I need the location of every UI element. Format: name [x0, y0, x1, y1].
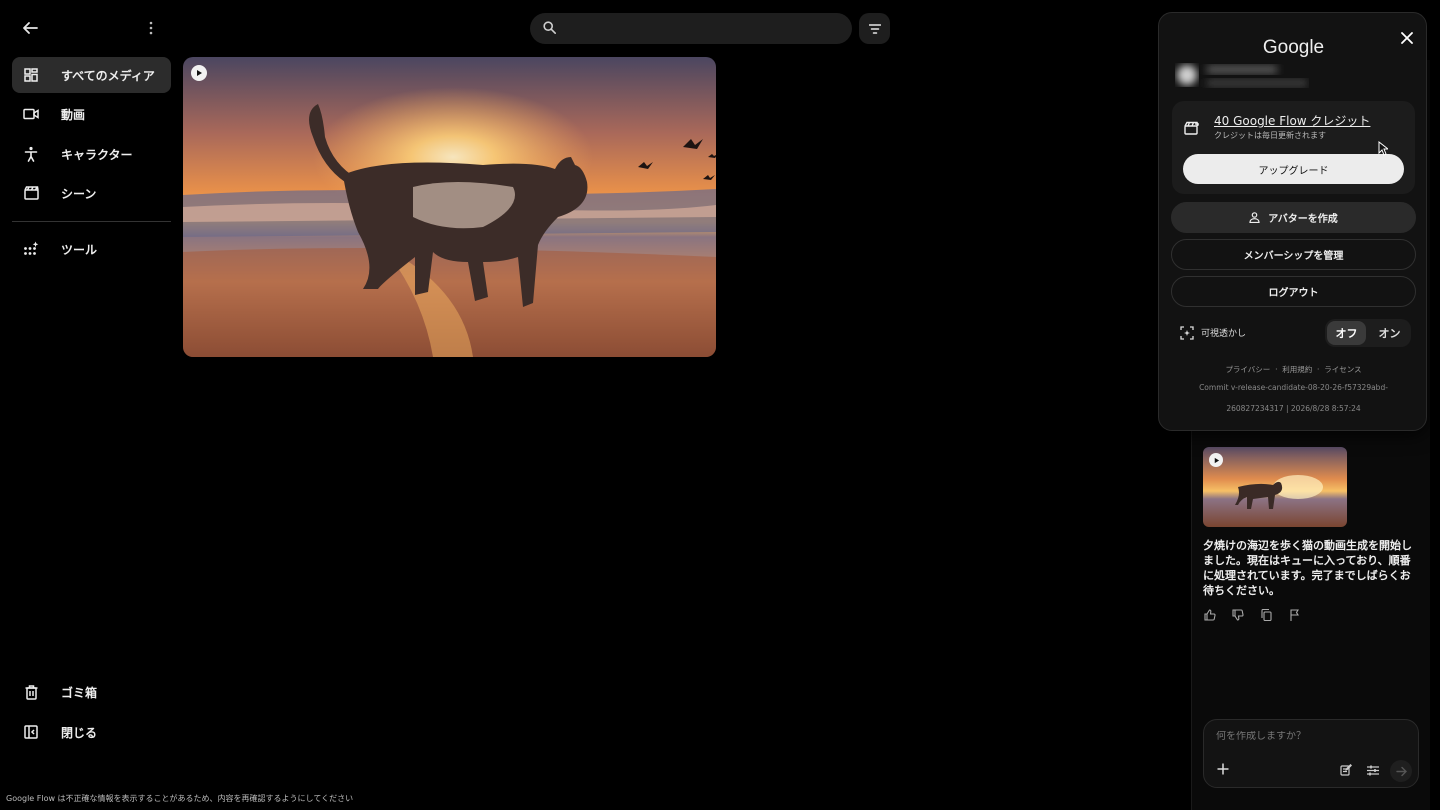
- create-avatar-button[interactable]: アバターを作成: [1171, 202, 1416, 233]
- commit-info-line-1: Commit v-release-candidate-08-20-26-f573…: [1199, 383, 1388, 392]
- sidebar-item-label: ツール: [61, 242, 98, 257]
- license-link[interactable]: ライセンス: [1324, 365, 1361, 374]
- sidebar-item-label: 閉じる: [61, 725, 98, 740]
- sunset-cat-thumbnail-image: [1203, 447, 1347, 527]
- terms-link[interactable]: 利用規約: [1282, 365, 1312, 374]
- credits-subtitle: クレジットは毎日更新されます: [1214, 131, 1326, 140]
- search-icon: [543, 19, 556, 38]
- collapse-sidebar-icon: [22, 723, 40, 741]
- edit-note-icon[interactable]: [1337, 761, 1355, 779]
- clapperboard-icon: [22, 184, 40, 202]
- back-arrow-icon[interactable]: [16, 14, 44, 42]
- prompt-input[interactable]: [1216, 731, 1406, 742]
- more-vert-icon[interactable]: [140, 14, 162, 42]
- search-input[interactable]: [566, 21, 836, 36]
- assistant-message: 夕焼けの海辺を歩く猫の動画生成を開始しました。現在はキューに入っており、順番に処…: [1203, 539, 1412, 597]
- thumbs-up-icon[interactable]: [1201, 606, 1219, 624]
- chat-media-thumbnail[interactable]: [1203, 447, 1347, 527]
- grid-icon: [22, 66, 40, 84]
- watermark-on-option[interactable]: オン: [1370, 321, 1409, 345]
- mouse-cursor-icon: [1378, 140, 1390, 160]
- sunset-cat-image: [183, 57, 716, 357]
- commit-info-line-2: 260827234317 | 2026/8/28 8:57:24: [1226, 404, 1361, 413]
- sidebar-divider: [12, 221, 171, 222]
- blurred-profile-info: [1173, 59, 1309, 93]
- sidebar-item-characters[interactable]: キャラクター: [12, 136, 171, 172]
- media-thumbnail-video[interactable]: [183, 57, 716, 357]
- copy-icon[interactable]: [1257, 606, 1275, 624]
- play-icon: [1209, 453, 1223, 467]
- watermark-icon: [1179, 325, 1195, 341]
- close-icon[interactable]: [1394, 25, 1420, 51]
- footer-separator: ·: [1317, 365, 1320, 374]
- person-outline-icon: [1249, 212, 1260, 223]
- disclaimer-text: Google Flow は不正確な情報を表示することがあるため、内容を再確認する…: [6, 794, 354, 803]
- privacy-link[interactable]: プライバシー: [1225, 365, 1270, 374]
- video-camera-icon: [22, 105, 40, 123]
- sidebar-item-close[interactable]: 閉じる: [12, 714, 171, 750]
- account-popover: Google 40 Google Flow クレジット クレジットは毎日更新され…: [1158, 12, 1427, 431]
- google-logo: Google: [1262, 37, 1325, 58]
- thumbs-down-icon[interactable]: [1229, 606, 1247, 624]
- watermark-label: 可視透かし: [1201, 329, 1247, 339]
- sidebar-item-trash[interactable]: ゴミ箱: [12, 674, 171, 710]
- trash-icon: [22, 683, 40, 701]
- search-bar[interactable]: [530, 13, 852, 44]
- send-arrow-icon[interactable]: [1390, 760, 1412, 782]
- sidebar-item-label: すべてのメディア: [61, 68, 155, 83]
- person-icon: [22, 145, 40, 163]
- logout-button[interactable]: ログアウト: [1171, 276, 1416, 307]
- sidebar-item-tools[interactable]: ツール: [12, 231, 171, 267]
- footer-links: プライバシー · 利用規約 · ライセンス: [1159, 364, 1428, 375]
- play-icon: [191, 65, 207, 81]
- add-icon[interactable]: [1214, 760, 1232, 778]
- footer-separator: ·: [1275, 365, 1278, 374]
- filter-button[interactable]: [859, 13, 890, 44]
- tools-grid-icon: [22, 240, 40, 258]
- manage-membership-button[interactable]: メンバーシップを管理: [1171, 239, 1416, 270]
- sidebar-item-videos[interactable]: 動画: [12, 96, 171, 132]
- visible-watermark-setting: 可視透かし オフ オン: [1179, 319, 1411, 347]
- watermark-toggle[interactable]: オフ オン: [1325, 319, 1411, 347]
- clapperboard-credits-icon: [1183, 120, 1201, 136]
- tune-icon[interactable]: [1364, 761, 1382, 779]
- create-avatar-label: アバターを作成: [1268, 214, 1338, 225]
- sidebar-item-scenes[interactable]: シーン: [12, 175, 171, 211]
- flag-icon[interactable]: [1286, 606, 1304, 624]
- upgrade-button[interactable]: アップグレード: [1183, 154, 1404, 184]
- sidebar-item-label: 動画: [61, 107, 86, 122]
- sidebar-item-all-media[interactable]: すべてのメディア: [12, 57, 171, 93]
- prompt-composer[interactable]: [1203, 719, 1419, 788]
- sidebar-item-label: キャラクター: [61, 147, 133, 162]
- sidebar-item-label: ゴミ箱: [61, 685, 98, 700]
- watermark-off-option[interactable]: オフ: [1327, 321, 1366, 345]
- filter-icon: [868, 19, 881, 38]
- sidebar-item-label: シーン: [61, 186, 97, 201]
- credits-link[interactable]: 40 Google Flow クレジット: [1214, 112, 1370, 129]
